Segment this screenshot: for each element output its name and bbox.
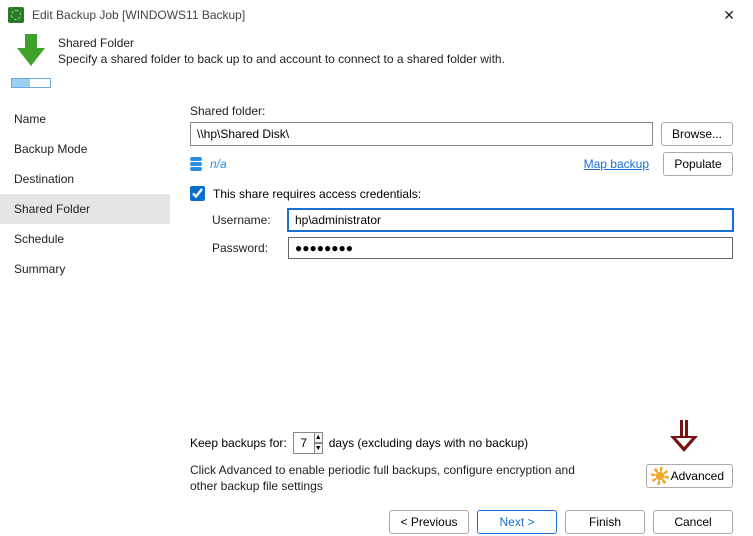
shared-folder-label: Shared folder:: [190, 104, 733, 118]
window-title: Edit Backup Job [WINDOWS11 Backup]: [32, 8, 245, 22]
credentials-checkbox-label: This share requires access credentials:: [213, 187, 421, 201]
next-button[interactable]: Next >: [477, 510, 557, 534]
finish-button[interactable]: Finish: [565, 510, 645, 534]
page-subtitle: Specify a shared folder to back up to an…: [58, 52, 505, 66]
close-icon[interactable]: ✕: [713, 3, 745, 28]
titlebar: Edit Backup Job [WINDOWS11 Backup] ✕: [0, 0, 753, 30]
sidebar-item-shared-folder[interactable]: Shared Folder: [0, 194, 170, 224]
database-icon: [190, 157, 202, 171]
sidebar-item-name[interactable]: Name: [0, 104, 170, 134]
sidebar-item-schedule[interactable]: Schedule: [0, 224, 170, 254]
days-down-icon[interactable]: ▼: [315, 443, 323, 454]
keep-backups-label: Keep backups for:: [190, 436, 287, 450]
content-pane: Shared folder: Browse... n/a Map backup …: [170, 92, 753, 502]
sidebar-item-summary[interactable]: Summary: [0, 254, 170, 284]
repo-status: n/a: [210, 157, 227, 171]
cancel-button[interactable]: Cancel: [653, 510, 733, 534]
keep-backups-suffix: days (excluding days with no backup): [329, 436, 528, 450]
username-input[interactable]: [288, 209, 733, 231]
shared-folder-input[interactable]: [190, 122, 653, 146]
days-stepper[interactable]: ▲ ▼: [293, 432, 323, 454]
app-icon: [8, 7, 24, 23]
map-backup-link[interactable]: Map backup: [584, 157, 649, 171]
days-input[interactable]: [293, 432, 315, 454]
username-label: Username:: [212, 213, 280, 227]
populate-button[interactable]: Populate: [663, 152, 733, 176]
password-input[interactable]: [288, 237, 733, 259]
advanced-button[interactable]: Advanced: [646, 464, 733, 488]
credentials-checkbox[interactable]: [190, 186, 205, 201]
previous-button[interactable]: < Previous: [389, 510, 469, 534]
sidebar-item-destination[interactable]: Destination: [0, 164, 170, 194]
advanced-button-label: Advanced: [671, 469, 724, 483]
wizard-header: Shared Folder Specify a shared folder to…: [0, 30, 753, 92]
annotation-arrow-icon: [672, 420, 698, 454]
browse-button[interactable]: Browse...: [661, 122, 733, 146]
gear-icon: [653, 469, 667, 483]
download-icon: [14, 34, 48, 82]
password-label: Password:: [212, 241, 280, 255]
sidebar-item-backup-mode[interactable]: Backup Mode: [0, 134, 170, 164]
days-up-icon[interactable]: ▲: [315, 432, 323, 443]
wizard-steps: Name Backup Mode Destination Shared Fold…: [0, 92, 170, 502]
advanced-hint: Click Advanced to enable periodic full b…: [190, 462, 600, 494]
page-title: Shared Folder: [58, 36, 505, 50]
wizard-footer: < Previous Next > Finish Cancel: [0, 502, 753, 534]
